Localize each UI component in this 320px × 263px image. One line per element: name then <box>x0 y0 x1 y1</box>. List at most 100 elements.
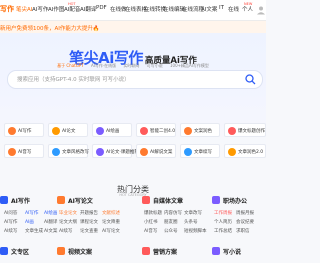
category-link[interactable]: 课程论文 <box>80 219 98 225</box>
category-title: 文专区 <box>11 249 30 256</box>
category-link[interactable]: 公众号 <box>164 228 178 234</box>
notice-text[interactable]: 新用户免费领100条，AI作能力大提升🔥 <box>0 24 100 32</box>
category-link[interactable]: AI写作 <box>4 219 17 225</box>
category-link[interactable]: AI问答 <box>4 210 17 216</box>
category-link[interactable]: AI文案 <box>44 228 57 234</box>
tool-card[interactable]: 文章润色2.0 <box>224 144 266 158</box>
tool-card[interactable]: 智能二创4.0 <box>136 123 176 137</box>
category-link[interactable]: 会议纪要 <box>236 219 254 225</box>
nav-item-bijian-ai[interactable]: 笔尖AI <box>16 5 32 13</box>
zone-icon <box>0 247 8 255</box>
search-box[interactable]: 搜索应用（支持GPT-4.0 实时联网 可写小说） <box>7 70 263 89</box>
tool-label: AI论文·课题推荐 <box>106 150 139 155</box>
polish-icon <box>184 127 192 135</box>
category-link[interactable]: 工作总结 <box>214 228 232 234</box>
category-link[interactable]: 求职信 <box>236 228 250 234</box>
category-link[interactable]: AI绘画 <box>44 210 57 216</box>
marketing-icon <box>142 247 150 255</box>
category-link[interactable]: 开题报告 <box>80 210 98 216</box>
search-input[interactable]: 搜索应用（支持GPT-4.0 实时联网 可写小说） <box>17 75 130 83</box>
category-link[interactable]: AI写论文 <box>102 228 120 234</box>
category-title: 视频文案 <box>68 249 93 256</box>
rewrite-icon <box>52 148 60 156</box>
category-link[interactable]: 周报月报 <box>236 210 254 216</box>
hero-sub-item: 可写小说 <box>146 63 163 68</box>
nav-item-ai-writing[interactable]: AI写作 <box>32 5 48 13</box>
tool-card[interactable]: 文章续写 <box>180 144 220 158</box>
nav-item-pdf[interactable]: PDF <box>96 5 107 11</box>
category-link[interactable]: AI音写 <box>144 228 157 234</box>
tool-card[interactable]: 文章风格改写 <box>48 144 89 158</box>
hero-sub-item: AI写作·在线版 <box>90 63 117 68</box>
tool-card[interactable]: 文案润色 <box>180 123 220 137</box>
category-link[interactable]: 小红书 <box>144 219 158 225</box>
nav-item-ai-copy[interactable]: AI文案 <box>201 5 217 13</box>
media-icon <box>142 196 150 204</box>
category-link[interactable]: 论文查重 <box>80 228 98 234</box>
category-link[interactable]: 个人简历 <box>214 219 232 225</box>
tool-card[interactable]: AI解说文案 <box>136 144 176 158</box>
category-header[interactable]: AI写论文 <box>57 194 119 206</box>
pen-icon <box>8 127 16 135</box>
category-header[interactable]: AI写作 <box>0 194 62 206</box>
nav-item-it[interactable]: IT <box>219 5 224 11</box>
tool-card[interactable]: 爆文标题创作 <box>224 123 266 137</box>
category-link[interactable]: 头条号 <box>184 219 198 225</box>
tool-card[interactable]: AI论文 <box>48 123 88 137</box>
category-link[interactable]: AI续写 <box>4 228 17 234</box>
topic-icon <box>96 148 104 156</box>
polish2-icon <box>228 148 236 156</box>
user-icon[interactable] <box>256 5 266 15</box>
category-title: 职场办公 <box>223 198 248 205</box>
tool-card[interactable]: AI写作 <box>4 123 44 137</box>
category-link[interactable]: 文章生成 <box>25 228 43 234</box>
tool-label: AI写作 <box>18 129 32 134</box>
hero-sub-item: 基于 ChatGPT <box>57 63 84 68</box>
tool-label: 文案润色 <box>194 129 212 134</box>
tool-label: AI论文 <box>62 129 76 134</box>
tool-label: 文章润色2.0 <box>238 150 264 155</box>
notice-bar: 新用户免费领100条，AI作能力大提升🔥 <box>0 21 266 33</box>
category-link[interactable]: AI画 <box>25 219 34 225</box>
search-icon[interactable] <box>244 73 257 86</box>
category-link[interactable]: 爆款标题 <box>144 210 162 216</box>
category-link[interactable]: 短视频脚本 <box>184 228 207 234</box>
nav-item-personal[interactable]: 个人 <box>242 5 253 13</box>
nav-item-online[interactable]: 在线 <box>228 5 239 13</box>
ai-writing-icon <box>0 196 8 204</box>
site-logo[interactable]: 写作 <box>0 4 14 14</box>
title-icon <box>228 127 236 135</box>
category-header[interactable]: 职场办公 <box>212 194 274 206</box>
category-link[interactable]: 朋友圈 <box>164 219 178 225</box>
nav-item-ai-translate[interactable]: AI翻译 <box>80 5 96 13</box>
remix-icon <box>140 127 148 135</box>
category-title: AI写作 <box>11 198 30 205</box>
category-title: AI写论文 <box>68 198 93 205</box>
tool-card[interactable]: AI论文·课题推荐 <box>92 144 139 158</box>
category-title: 营销方案 <box>153 249 178 256</box>
category-link[interactable]: 工作周报 <box>214 210 232 216</box>
paper-icon <box>57 196 65 204</box>
continue-icon <box>184 148 192 156</box>
nav-item-ai-image[interactable]: AI作图 <box>48 5 64 13</box>
category-link[interactable]: 文章改写 <box>184 210 202 216</box>
category-link[interactable]: AI写作 <box>25 210 38 216</box>
tool-label: 文章续写 <box>194 150 212 155</box>
tool-card[interactable]: AI绘画 <box>92 123 132 137</box>
category-link[interactable]: 论文大纲 <box>59 219 77 225</box>
category-link[interactable]: 内容仿写 <box>164 210 182 216</box>
category-link[interactable]: AI翻译 <box>44 219 57 225</box>
narration-icon <box>140 148 148 156</box>
category-link[interactable]: 毕业论文 <box>59 210 77 216</box>
category-link[interactable]: 文献综述 <box>102 210 120 216</box>
category-link[interactable]: AI续写 <box>59 228 72 234</box>
category-link[interactable]: 论文降重 <box>102 219 120 225</box>
nav-item-ai-voice[interactable]: AI配音 <box>64 5 80 13</box>
tool-label: AI绘画 <box>106 129 120 134</box>
paper-icon <box>52 127 60 135</box>
category-header[interactable]: 自媒体文章 <box>142 194 204 206</box>
tool-label: 智能二创4.0 <box>150 129 176 134</box>
tool-card[interactable]: AI音写 <box>4 144 44 158</box>
paint-icon <box>96 127 104 135</box>
write-icon <box>8 148 16 156</box>
